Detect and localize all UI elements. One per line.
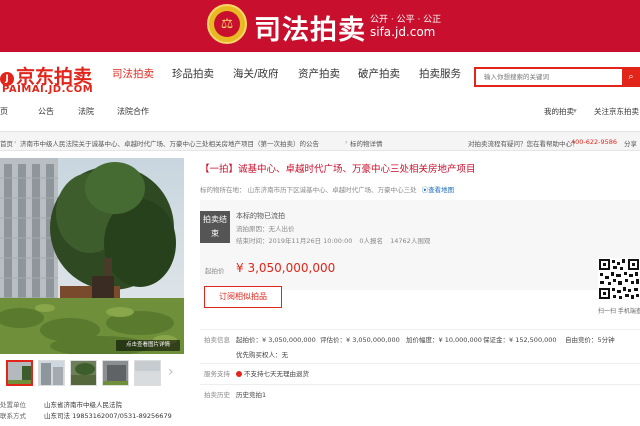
help-text[interactable]: 对拍卖流程有疑问？您在看帮助中心？ xyxy=(468,138,579,148)
thumbnail[interactable] xyxy=(102,360,129,386)
sub-nav: 页 公告 法院 法院合作 我的拍卖 ▾ 关注京东拍卖 xyxy=(0,106,640,120)
service-value: 不支持七天无理由退货 xyxy=(244,370,309,378)
step-info: 加价幅度：¥ 10,000,000 xyxy=(406,334,482,344)
end-time: 结束时间：2019年11月26日 10:00:00 xyxy=(236,237,353,245)
location-label: 标的物所在地： xyxy=(200,186,246,194)
no-return-icon xyxy=(236,371,242,377)
step-value: ¥ 10,000,000 xyxy=(438,336,482,344)
banner-title: 司法拍卖 xyxy=(254,15,366,46)
subnav-item-court[interactable]: 法院 xyxy=(78,106,94,117)
nav-item-assets[interactable]: 资产拍卖 xyxy=(298,66,340,81)
qr-code-icon xyxy=(598,258,640,300)
deposit-value: ¥ 152,500,000 xyxy=(509,336,557,344)
court-emblem-icon: ⚖ xyxy=(207,4,247,44)
breadcrumb-separator-icon: › xyxy=(345,138,348,146)
history-label: 拍卖历史 xyxy=(204,391,230,399)
start-price-info: 起拍价：¥ 3,050,000,000 xyxy=(236,334,316,344)
enlarge-photo-button[interactable]: 点击查看图片详情 xyxy=(116,340,180,351)
banner-url[interactable]: sifa.jd.com xyxy=(370,25,435,39)
period-value: 5分钟 xyxy=(597,336,615,344)
status-line-reason: 流拍原因：无人出价 xyxy=(236,225,295,233)
price-label: 起拍价 xyxy=(205,267,225,275)
nav-item-judicial[interactable]: 司法拍卖 xyxy=(112,66,154,81)
eval-price-label: 评估价： xyxy=(320,336,346,344)
breadcrumb-court-notice[interactable]: 济南市中级人民法院关于诚基中心、卓越时代广场、万豪中心三处相关房地产项目（第一次… xyxy=(20,138,319,148)
view-map-label: 查看地图 xyxy=(428,186,455,194)
priority-info: 优先购买权人：无 xyxy=(236,349,288,359)
deposit-label: 保证金： xyxy=(483,336,509,344)
item-photo[interactable] xyxy=(0,158,184,354)
logo-en-text: PAIMAI.JD.COM xyxy=(2,84,94,95)
search-button[interactable]: ⌕ xyxy=(622,67,640,87)
auction-info-label: 拍卖信息 xyxy=(204,336,230,344)
court-row: 处置单位 山东省济南市中级人民法院 xyxy=(0,399,122,409)
follow-link[interactable]: 关注京东拍卖 xyxy=(594,106,639,117)
status-line-result: 本标的物已流拍 xyxy=(236,212,285,220)
chevron-right-icon[interactable]: › xyxy=(168,364,174,380)
step-label: 加价幅度： xyxy=(406,336,439,344)
subnav-item-notice[interactable]: 公告 xyxy=(38,106,54,117)
period-info: 自由竞价：5分钟 xyxy=(565,334,615,344)
location-text: 山东济南市历下区诚基中心、卓越时代广场、万豪中心三处 xyxy=(247,186,417,194)
chevron-down-icon: ▾ xyxy=(573,106,577,115)
start-price-info-label: 起拍价： xyxy=(236,336,262,344)
eval-price-info: 评估价：¥ 3,050,000,000 xyxy=(320,334,400,344)
thumbnail[interactable] xyxy=(70,360,97,386)
deposit-info: 保证金：¥ 152,500,000 xyxy=(483,334,557,344)
priority-label: 优先购买权人： xyxy=(236,351,282,359)
nav-item-services[interactable]: 拍卖服务 xyxy=(419,66,461,81)
period-label: 自由竞价： xyxy=(565,336,598,344)
search-icon: ⌕ xyxy=(628,72,634,82)
registration-count: 0人报名 xyxy=(359,237,384,245)
breadcrumb-item: 标的物详情 xyxy=(350,140,383,148)
site-banner: ⚖ 司法拍卖 公开 · 公平 · 公正 sifa.jd.com xyxy=(0,0,640,52)
banner-tagline: 公开 · 公平 · 公正 xyxy=(370,15,442,25)
subnav-item-first[interactable]: 页 xyxy=(0,106,8,117)
search-box xyxy=(474,67,624,87)
court-name[interactable]: 山东省济南市中级人民法院 xyxy=(44,399,122,409)
start-price: ¥ 3,050,000,000 xyxy=(236,261,336,275)
status-badge: 拍卖结束 xyxy=(200,211,230,243)
viewer-count: 14762人围观 xyxy=(390,237,431,245)
nav-item-treasures[interactable]: 珍品拍卖 xyxy=(172,66,214,81)
item-title: 【一拍】诚基中心、卓越时代广场、万豪中心三处相关房地产项目 xyxy=(200,164,476,175)
eval-price-value: ¥ 3,050,000,000 xyxy=(346,336,400,344)
subscribe-similar-button[interactable]: 订阅相似拍品 xyxy=(204,286,282,308)
nav-item-customs[interactable]: 海关/政府 xyxy=(233,66,279,81)
breadcrumb-home[interactable]: 首页 xyxy=(0,138,13,148)
breadcrumb-separator-icon: › xyxy=(14,138,17,146)
status-line-endtime: 结束时间：2019年11月26日 10:00:00 0人报名 14762人围观 xyxy=(236,235,430,245)
history-row: 拍卖历史 历史竞拍1 xyxy=(200,384,640,400)
my-auction-link[interactable]: 我的拍卖 xyxy=(544,106,574,117)
thumbnail[interactable] xyxy=(134,360,161,386)
priority-value: 无 xyxy=(281,351,289,359)
priority-row: 优先购买权人：无 xyxy=(200,345,640,361)
share-link[interactable]: 分享 xyxy=(624,138,637,148)
subnav-item-cooperation[interactable]: 法院合作 xyxy=(117,106,149,117)
breadcrumb: 首页 › 济南市中级人民法院关于诚基中心、卓越时代广场、万豪中心三处相关房地产项… xyxy=(0,131,640,151)
court-label: 处置单位 xyxy=(0,401,26,409)
service-row: 服务支持 不支持七天无理由退货 xyxy=(200,363,640,379)
contact-row: 联系方式 山东司法 19853162007/0531-89256679 xyxy=(0,410,172,420)
service-info: 不支持七天无理由退货 xyxy=(236,368,309,378)
item-location: 标的物所在地： 山东济南市历下区诚基中心、卓越时代广场、万豪中心三处 ⦿查看地图 xyxy=(200,184,454,194)
building-photo-image xyxy=(0,158,184,354)
start-price-info-value: ¥ 3,050,000,000 xyxy=(262,336,316,344)
auction-info-row: 拍卖信息 起拍价：¥ 3,050,000,000 评估价：¥ 3,050,000… xyxy=(200,329,640,345)
nav-item-bankruptcy[interactable]: 破产拍卖 xyxy=(358,66,400,81)
service-label: 服务支持 xyxy=(204,370,230,378)
contact-label: 联系方式 xyxy=(0,412,26,420)
service-phone: 400-622-9586 xyxy=(571,138,618,146)
qr-caption: 扫一扫 手机端查看 xyxy=(598,308,640,315)
court-contact: 山东司法 19853162007/0531-89256679 xyxy=(44,412,172,420)
thumbnail[interactable] xyxy=(38,360,65,386)
view-map-link[interactable]: ⦿查看地图 xyxy=(422,186,455,194)
history-link[interactable]: 历史竞拍1 xyxy=(236,389,266,399)
thumbnail[interactable] xyxy=(6,360,33,386)
search-input[interactable] xyxy=(476,69,622,85)
